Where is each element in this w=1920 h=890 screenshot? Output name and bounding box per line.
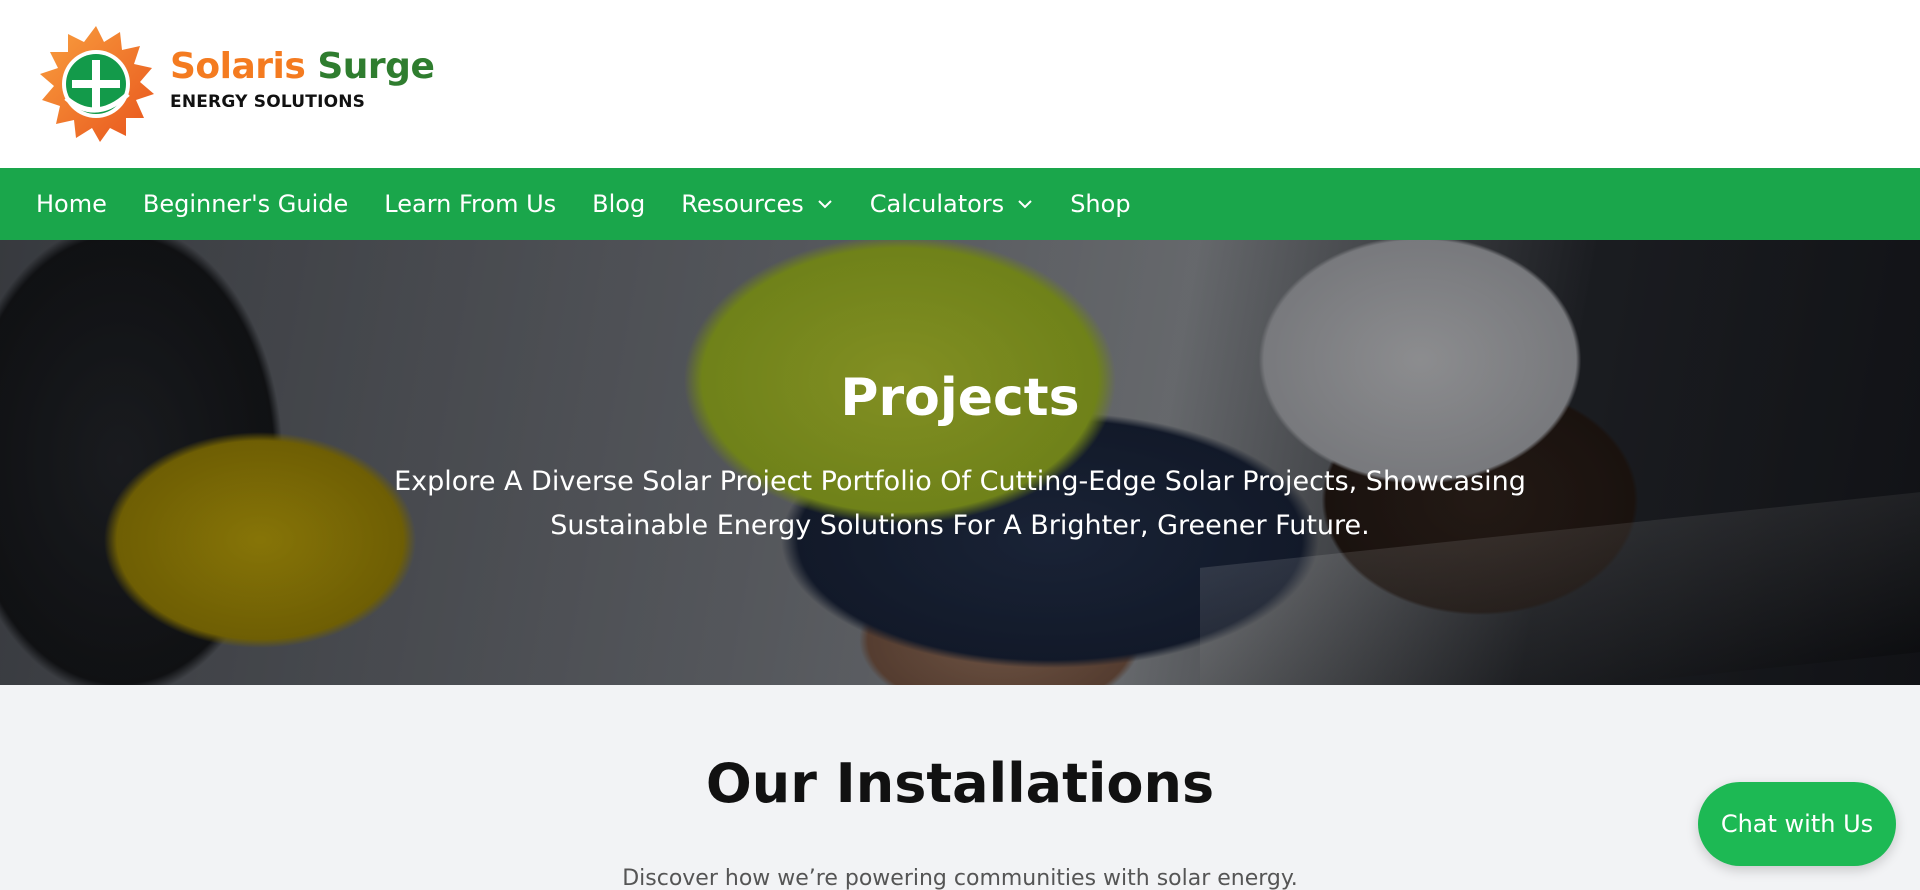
nav-item-label: Home bbox=[36, 190, 107, 218]
nav-item-label: Blog bbox=[592, 190, 646, 218]
site-header: Solaris Surge ENERGY SOLUTIONS bbox=[0, 0, 1920, 168]
nav-item-label: Learn From Us bbox=[384, 190, 557, 218]
brand-name-second: Surge bbox=[317, 46, 435, 87]
nav-item-beginners-guide[interactable]: Beginner's Guide bbox=[143, 190, 348, 218]
nav-item-label: Calculators bbox=[869, 190, 1005, 218]
nav-item-label: Shop bbox=[1070, 190, 1131, 218]
logo-text: Solaris Surge ENERGY SOLUTIONS bbox=[170, 46, 435, 112]
nav-item-label: Resources bbox=[681, 190, 804, 218]
sun-logo-icon bbox=[40, 26, 154, 142]
nav-item-resources[interactable]: Resources bbox=[681, 190, 834, 218]
nav-item-learn-from-us[interactable]: Learn From Us bbox=[384, 190, 556, 218]
chevron-down-icon bbox=[1018, 200, 1032, 209]
chat-button[interactable]: Chat with Us bbox=[1698, 782, 1896, 866]
main-nav: Home Beginner's Guide Learn From Us Blog… bbox=[0, 168, 1920, 240]
brand-name-first: Solaris bbox=[170, 46, 306, 87]
installations-subtitle: Discover how we’re powering communities … bbox=[622, 866, 1298, 890]
hero-title: Projects bbox=[840, 368, 1080, 428]
brand-tagline: ENERGY SOLUTIONS bbox=[170, 92, 366, 112]
nav-item-blog[interactable]: Blog bbox=[592, 190, 645, 218]
hero-subtitle: Explore A Diverse Solar Project Portfoli… bbox=[394, 466, 1526, 541]
nav-item-home[interactable]: Home bbox=[36, 190, 107, 218]
chevron-down-icon bbox=[818, 200, 832, 209]
nav-item-shop[interactable]: Shop bbox=[1070, 190, 1130, 218]
nav-item-calculators[interactable]: Calculators bbox=[870, 190, 1034, 218]
logo-link[interactable]: Solaris Surge ENERGY SOLUTIONS bbox=[36, 24, 435, 144]
installations-title: Our Installations bbox=[705, 752, 1215, 815]
nav-item-label: Beginner's Guide bbox=[142, 190, 349, 218]
brand-name: Solaris Surge bbox=[170, 46, 435, 88]
